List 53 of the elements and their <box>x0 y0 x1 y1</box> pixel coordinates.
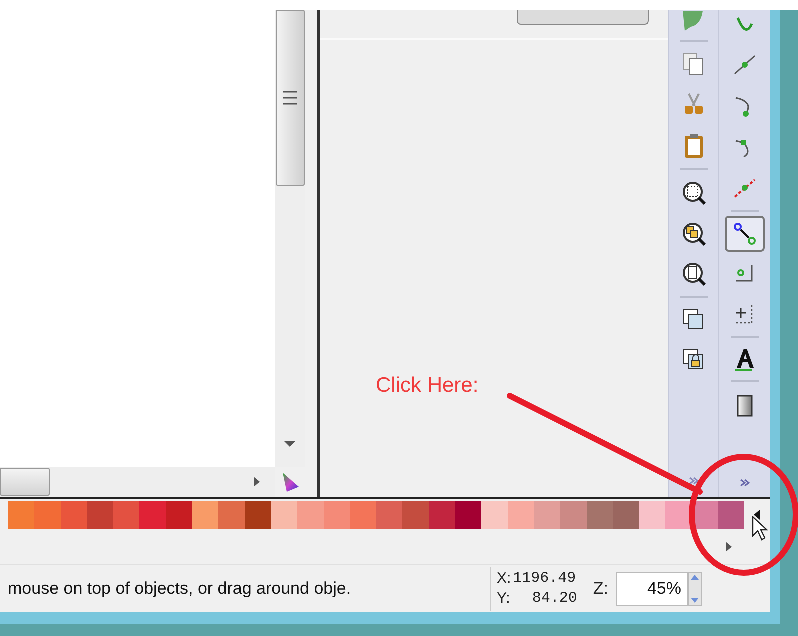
y-coordinate: 84.20 <box>531 588 578 608</box>
color-swatch[interactable] <box>350 500 376 528</box>
color-swatch[interactable] <box>297 500 324 528</box>
color-swatch[interactable] <box>560 500 587 528</box>
connector-icon <box>732 221 758 247</box>
color-swatch[interactable] <box>139 500 166 528</box>
color-swatch[interactable] <box>8 500 34 528</box>
palette-menu-icon[interactable] <box>754 510 760 520</box>
color-swatch[interactable] <box>718 500 744 528</box>
color-swatch[interactable] <box>665 500 692 528</box>
color-swatch[interactable] <box>324 500 350 528</box>
color-swatch[interactable] <box>481 500 508 528</box>
chevron-icon[interactable] <box>688 477 698 485</box>
x-coordinate: 1196.49 <box>512 568 576 588</box>
color-swatch[interactable] <box>376 500 402 528</box>
color-swatch[interactable] <box>586 500 613 528</box>
color-swatch[interactable] <box>270 500 298 528</box>
color-swatch[interactable] <box>34 500 61 528</box>
scrollbar-thumb[interactable] <box>0 468 50 496</box>
color-swatch[interactable] <box>60 500 87 528</box>
chevron-icon[interactable] <box>740 479 750 487</box>
scroll-right-icon[interactable] <box>254 477 260 487</box>
color-swatch[interactable] <box>166 500 192 528</box>
tool-button[interactable] <box>724 216 764 252</box>
color-swatch[interactable] <box>534 500 560 528</box>
color-swatch[interactable] <box>218 500 245 528</box>
color-swatch[interactable] <box>639 500 666 528</box>
mouse-cursor-icon <box>752 516 768 542</box>
zoom-label: Z: <box>593 578 608 600</box>
color-swatch[interactable] <box>428 500 456 528</box>
status-message: mouse on top of objects, or drag around obje. <box>7 578 352 600</box>
zoom-drawing-icon[interactable] <box>680 221 706 247</box>
color-swatch[interactable] <box>455 500 482 528</box>
annotation-text: Click Here: <box>376 373 479 399</box>
scroll-down-icon[interactable] <box>284 441 296 447</box>
grip-icon <box>283 90 297 106</box>
scrollbar-thumb[interactable] <box>276 10 304 186</box>
zoom-field[interactable]: 45% <box>616 572 688 606</box>
color-swatch[interactable] <box>402 500 429 528</box>
dialog-button[interactable] <box>517 10 649 25</box>
zoom-page-icon[interactable] <box>680 261 706 287</box>
color-swatch[interactable] <box>192 500 218 528</box>
scroll-right-icon[interactable] <box>726 542 732 552</box>
color-swatch[interactable] <box>113 500 140 528</box>
color-swatch[interactable] <box>612 500 640 528</box>
zoom-selection-icon[interactable] <box>680 180 706 206</box>
color-swatch[interactable] <box>244 500 271 528</box>
color-swatch[interactable] <box>508 500 534 528</box>
copy-icon[interactable] <box>680 51 706 77</box>
x-label: X: <box>497 568 512 588</box>
y-label: Y: <box>497 588 510 608</box>
color-swatch[interactable] <box>86 500 114 528</box>
zoom-spinner[interactable] <box>688 572 702 606</box>
